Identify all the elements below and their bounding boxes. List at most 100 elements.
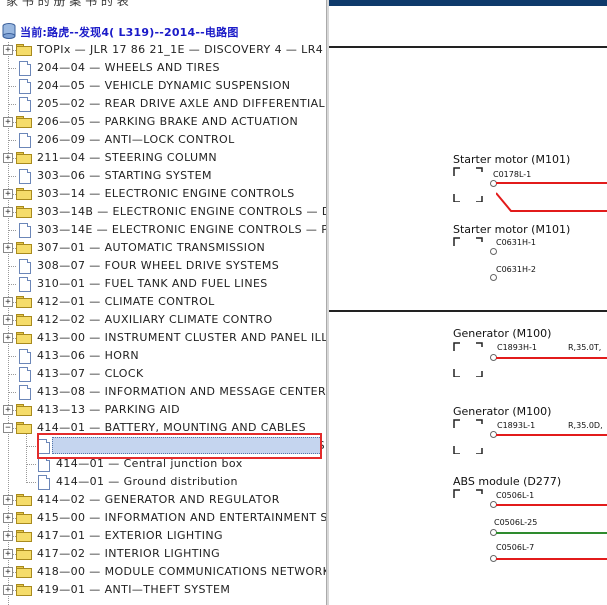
folder-icon <box>16 314 32 326</box>
component-title: Generator (M100) <box>453 405 552 418</box>
tree-item[interactable]: 204—05 — VEHICLE DYNAMIC SUSPENSION <box>0 77 326 95</box>
folder-icon <box>16 188 32 200</box>
tree-item[interactable]: 413—07 — CLOCK <box>0 365 326 383</box>
connector-label: C0506L-7 <box>496 543 535 552</box>
tree-item-label: 415—00 — INFORMATION AND ENTERTAINMENT S <box>37 511 326 524</box>
folder-icon <box>16 206 32 218</box>
tree-item[interactable]: +211—04 — STEERING COLUMN <box>0 149 326 167</box>
folder-icon <box>16 44 32 56</box>
tree-item-label: 303—14B — ELECTRONIC ENGINE CONTROLS — D <box>37 205 326 218</box>
document-icon <box>19 367 31 382</box>
expand-toggle-icon[interactable]: + <box>3 207 13 217</box>
tree-item-label: 211—04 — STEERING COLUMN <box>37 151 218 164</box>
tree-item[interactable]: +307—01 — AUTOMATIC TRANSMISSION <box>0 239 326 257</box>
folder-icon <box>16 566 32 578</box>
diagram-header-bar <box>329 0 607 6</box>
tree-item[interactable]: 206—09 — ANTI—LOCK CONTROL <box>0 131 326 149</box>
tree-item[interactable]: +303—14 — ELECTRONIC ENGINE CONTROLS <box>0 185 326 203</box>
folder-icon <box>16 404 32 416</box>
tree-item[interactable]: 413—06 — HORN <box>0 347 326 365</box>
folder-icon <box>16 512 32 524</box>
tree-item-label: 418—00 — MODULE COMMUNICATIONS NETWORK <box>37 565 326 578</box>
expand-toggle-icon[interactable]: + <box>3 567 13 577</box>
tree-item[interactable]: +419—01 — ANTI—THEFT SYSTEM <box>0 581 326 599</box>
expand-toggle-icon[interactable]: + <box>3 531 13 541</box>
selected-item-outline <box>37 433 322 459</box>
folder-icon <box>16 152 32 164</box>
wire-spec: R,35.0T, <box>568 343 602 352</box>
expand-toggle-icon[interactable]: + <box>3 405 13 415</box>
tree-item-label: 303—06 — STARTING SYSTEM <box>37 169 212 182</box>
tree-item[interactable]: +417—01 — EXTERIOR LIGHTING <box>0 527 326 545</box>
tree-child-item[interactable]: 414—01 — Ground distribution <box>0 473 326 491</box>
tree-connector <box>8 356 16 357</box>
collapse-toggle-icon[interactable]: − <box>3 423 13 433</box>
document-icon <box>38 457 50 472</box>
expand-toggle-icon[interactable]: + <box>3 189 13 199</box>
folder-open-icon <box>16 422 32 434</box>
expand-toggle-icon[interactable]: + <box>3 153 13 163</box>
expand-toggle-icon[interactable]: + <box>3 513 13 523</box>
expand-toggle-icon[interactable]: + <box>3 297 13 307</box>
tree-item[interactable]: 205—02 — REAR DRIVE AXLE AND DIFFERENTIA… <box>0 95 326 113</box>
tree-connector <box>26 482 36 483</box>
tree-item[interactable]: +206—05 — PARKING BRAKE AND ACTUATION <box>0 113 326 131</box>
tree-item[interactable]: +413—13 — PARKING AID <box>0 401 326 419</box>
tree-connector <box>8 86 16 87</box>
tree-item[interactable]: +415—00 — INFORMATION AND ENTERTAINMENT … <box>0 509 326 527</box>
tree-item[interactable]: 204—04 — WHEELS AND TIRES <box>0 59 326 77</box>
document-icon <box>19 349 31 364</box>
tree-connector <box>26 464 36 465</box>
folder-icon <box>16 296 32 308</box>
document-icon <box>19 259 31 274</box>
tree-connector <box>8 104 16 105</box>
tree-item[interactable]: 303—14E — ELECTRONIC ENGINE CONTROLS — P <box>0 221 326 239</box>
expand-toggle-icon[interactable]: + <box>3 333 13 343</box>
folder-icon <box>16 530 32 542</box>
component-title: Generator (M100) <box>453 327 552 340</box>
expand-toggle-icon[interactable]: + <box>3 585 13 595</box>
connector-bracket <box>453 237 483 246</box>
tree-item-label: 419—01 — ANTI—THEFT SYSTEM <box>37 583 231 596</box>
wire-spec: R,35.0D, <box>568 421 603 430</box>
expand-toggle-icon[interactable]: + <box>3 117 13 127</box>
tree-item[interactable]: +418—00 — MODULE COMMUNICATIONS NETWORK <box>0 563 326 581</box>
expand-toggle-icon[interactable]: + <box>3 495 13 505</box>
component-title: Starter motor (M101) <box>453 153 571 166</box>
tree-connector <box>8 374 16 375</box>
wire-red <box>496 434 607 436</box>
tree-item-label: TOPIx — JLR 17 86 21_1E — DISCOVERY 4 — … <box>37 43 324 56</box>
connector-bracket <box>453 167 483 202</box>
tree-item[interactable]: 310—01 — FUEL TANK AND FUEL LINES <box>0 275 326 293</box>
folder-icon <box>16 332 32 344</box>
tree-item[interactable]: 413—08 — INFORMATION AND MESSAGE CENTER <box>0 383 326 401</box>
expand-toggle-icon[interactable]: + <box>3 45 13 55</box>
document-icon <box>19 385 31 400</box>
tree-connector <box>8 266 16 267</box>
wire-red <box>496 504 607 506</box>
connector-bracket <box>453 342 483 377</box>
connector-label: C0631H-2 <box>496 265 536 274</box>
tree-item[interactable]: +412—01 — CLIMATE CONTROL <box>0 293 326 311</box>
connector-label: C0506L-1 <box>496 491 535 500</box>
tree-item-label: 303—14E — ELECTRONIC ENGINE CONTROLS — P <box>37 223 326 236</box>
tree-item[interactable]: +412—02 — AUXILIARY CLIMATE CONTRO <box>0 311 326 329</box>
folder-icon <box>16 548 32 560</box>
tree-item-label: 413—00 — INSTRUMENT CLUSTER AND PANEL IL… <box>37 331 326 344</box>
document-icon <box>19 97 31 112</box>
tree-item[interactable]: +303—14B — ELECTRONIC ENGINE CONTROLS — … <box>0 203 326 221</box>
expand-toggle-icon[interactable]: + <box>3 315 13 325</box>
tree-item[interactable]: +414—02 — GENERATOR AND REGULATOR <box>0 491 326 509</box>
tree-item-label: 307—01 — AUTOMATIC TRANSMISSION <box>37 241 266 254</box>
tree-connector <box>8 392 16 393</box>
document-icon <box>19 133 31 148</box>
tree-item[interactable]: + TOPIx — JLR 17 86 21_1E — DISCOVERY 4 —… <box>0 41 326 59</box>
tree-item[interactable]: +417—02 — INTERIOR LIGHTING <box>0 545 326 563</box>
tree-item[interactable]: +413—00 — INSTRUMENT CLUSTER AND PANEL I… <box>0 329 326 347</box>
expand-toggle-icon[interactable]: + <box>3 243 13 253</box>
tree-root[interactable]: 当前:路虎--发现4( L319)--2014--电路图 <box>2 23 326 41</box>
tree-item[interactable]: 303—06 — STARTING SYSTEM <box>0 167 326 185</box>
tree-item[interactable]: 308—07 — FOUR WHEEL DRIVE SYSTEMS <box>0 257 326 275</box>
document-icon <box>19 277 31 292</box>
expand-toggle-icon[interactable]: + <box>3 549 13 559</box>
